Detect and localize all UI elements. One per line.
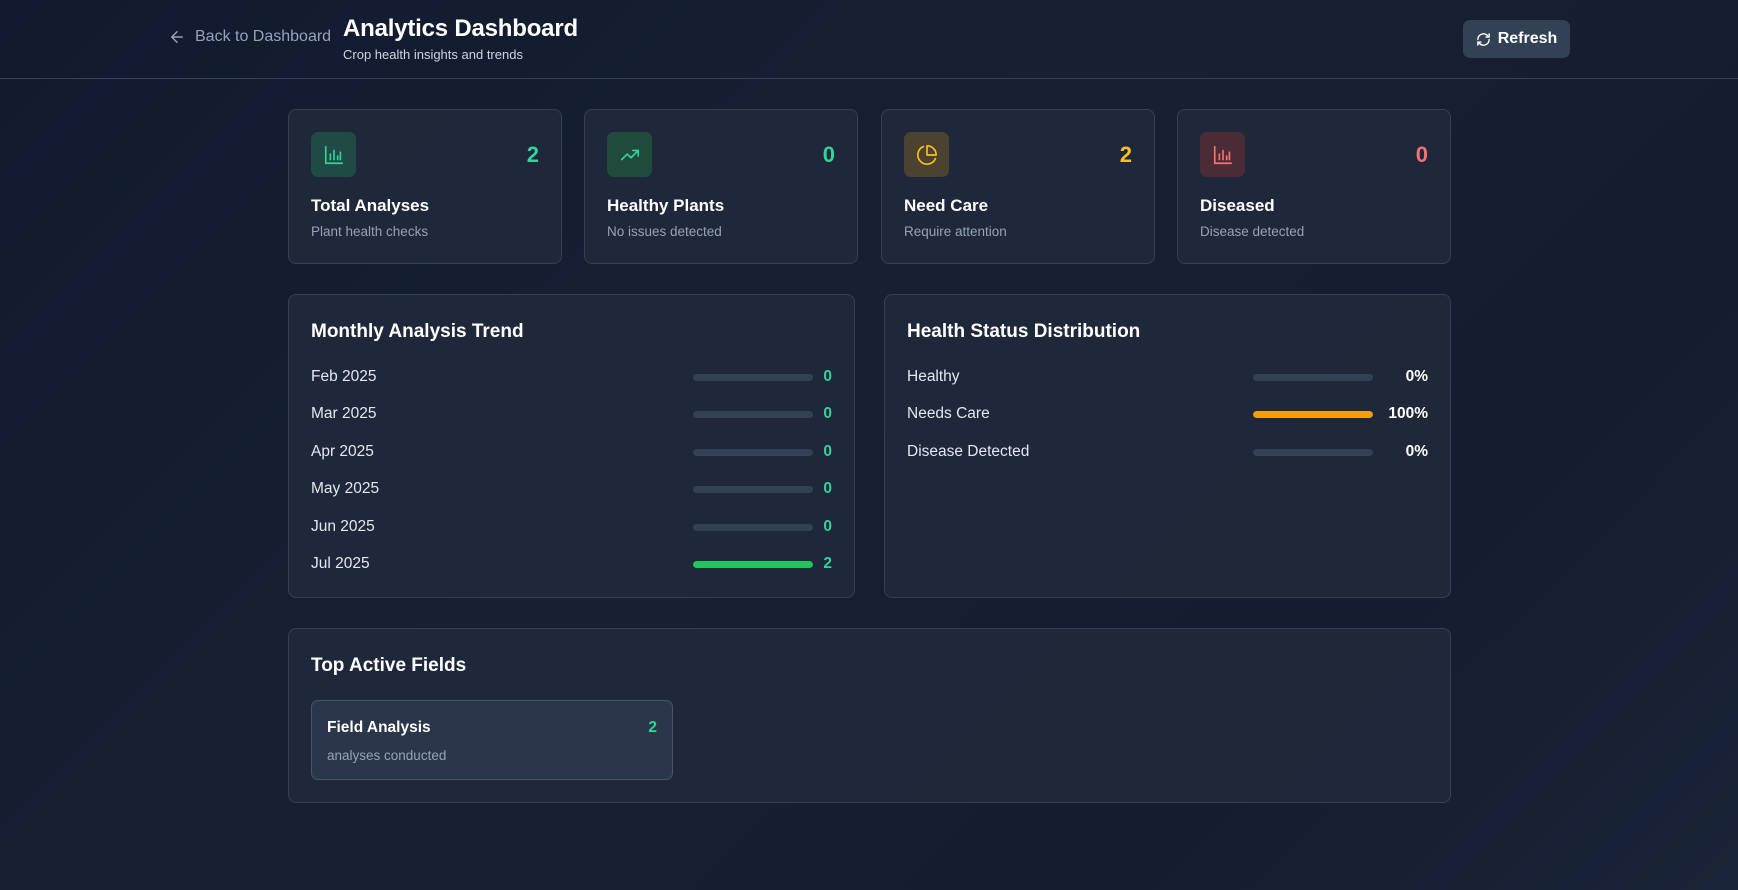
page-title: Analytics Dashboard (343, 15, 578, 42)
stat-label: Need Care (904, 196, 989, 215)
page-header: Back to Dashboard Analytics Dashboard Cr… (0, 0, 1738, 79)
monthly-row: Jun 2025 0 (311, 516, 832, 538)
month-count: 0 (823, 368, 832, 385)
trending-up-icon (620, 149, 639, 160)
stat-card-healthy-plants: 0 Healthy Plants No issues detected (584, 109, 858, 264)
stat-icon-box (1200, 132, 1245, 177)
progress-track (693, 411, 813, 418)
status-label: Needs Care (907, 405, 990, 422)
monthly-row: May 2025 0 (311, 478, 832, 500)
progress-track (693, 486, 813, 493)
progress-track (1253, 374, 1373, 381)
month-count: 0 (823, 405, 832, 422)
stat-label: Diseased (1200, 196, 1275, 215)
month-count: 0 (823, 443, 832, 460)
field-card[interactable]: Field Analysis 2 analyses conducted (311, 700, 673, 780)
progress-track (693, 374, 813, 381)
top-active-fields-panel: Top Active Fields Field Analysis 2 analy… (288, 628, 1451, 803)
field-description: analyses conducted (327, 748, 447, 763)
monthly-row: Mar 2025 0 (311, 403, 832, 425)
status-percent: 0% (1405, 443, 1428, 460)
status-percent: 0% (1405, 368, 1428, 385)
status-percent: 100% (1388, 405, 1428, 422)
progress-track (693, 449, 813, 456)
back-link-label: Back to Dashboard (195, 28, 332, 45)
stat-icon-box (607, 132, 652, 177)
stat-icon-box (311, 132, 356, 177)
progress-track (693, 524, 813, 531)
refresh-button[interactable]: Refresh (1463, 20, 1570, 58)
progress-track (693, 561, 813, 568)
stat-label: Total Analyses (311, 196, 430, 215)
panel-title: Monthly Analysis Trend (311, 321, 524, 342)
month-label: Feb 2025 (311, 368, 377, 385)
month-label: May 2025 (311, 480, 380, 497)
stat-icon-box (904, 132, 949, 177)
stat-description: Require attention (904, 224, 1007, 239)
month-count: 0 (823, 480, 832, 497)
panel-title: Top Active Fields (311, 655, 467, 676)
field-count: 2 (648, 719, 657, 736)
monthly-trend-panel: Monthly Analysis Trend Feb 2025 0 Mar 20… (288, 294, 855, 598)
month-count: 0 (823, 518, 832, 535)
distribution-row: Disease Detected 0% (907, 441, 1428, 463)
progress-fill (1253, 411, 1373, 418)
stat-description: Plant health checks (311, 224, 429, 239)
title-block: Analytics Dashboard Crop health insights… (343, 15, 578, 62)
pie-chart-icon (916, 144, 937, 165)
stat-value: 0 (1415, 142, 1428, 167)
bar-chart-icon (324, 145, 343, 164)
stat-card-diseased: 0 Diseased Disease detected (1177, 109, 1451, 264)
distribution-row: Needs Care 100% (907, 403, 1428, 425)
stat-value: 0 (822, 142, 835, 167)
monthly-row: Feb 2025 0 (311, 366, 832, 388)
progress-fill (693, 561, 813, 568)
stat-value: 2 (1119, 142, 1132, 167)
health-distribution-panel: Health Status Distribution Healthy 0% Ne… (884, 294, 1451, 598)
status-label: Disease Detected (907, 443, 1030, 460)
month-label: Apr 2025 (311, 443, 374, 460)
month-label: Mar 2025 (311, 405, 377, 422)
arrow-left-icon (171, 31, 183, 43)
stat-description: No issues detected (607, 224, 722, 239)
stat-label: Healthy Plants (607, 196, 725, 215)
stat-value: 2 (526, 142, 539, 167)
month-count: 2 (823, 555, 832, 572)
back-to-dashboard-link[interactable]: Back to Dashboard (168, 28, 331, 46)
month-label: Jun 2025 (311, 518, 375, 535)
stat-description: Disease detected (1200, 224, 1305, 239)
status-label: Healthy (907, 368, 960, 385)
distribution-row: Healthy 0% (907, 366, 1428, 388)
page-subtitle: Crop health insights and trends (343, 47, 523, 62)
bar-chart-icon (1213, 145, 1232, 164)
progress-track (1253, 411, 1373, 418)
refresh-label: Refresh (1497, 30, 1558, 47)
month-label: Jul 2025 (311, 555, 370, 572)
progress-track (1253, 449, 1373, 456)
stat-card-need-care: 2 Need Care Require attention (881, 109, 1155, 264)
monthly-row: Apr 2025 0 (311, 441, 832, 463)
stat-card-total-analyses: 2 Total Analyses Plant health checks (288, 109, 562, 264)
refresh-icon (1476, 32, 1490, 46)
monthly-row: Jul 2025 2 (311, 553, 832, 575)
field-name: Field Analysis (327, 719, 431, 736)
panel-title: Health Status Distribution (907, 321, 1141, 342)
